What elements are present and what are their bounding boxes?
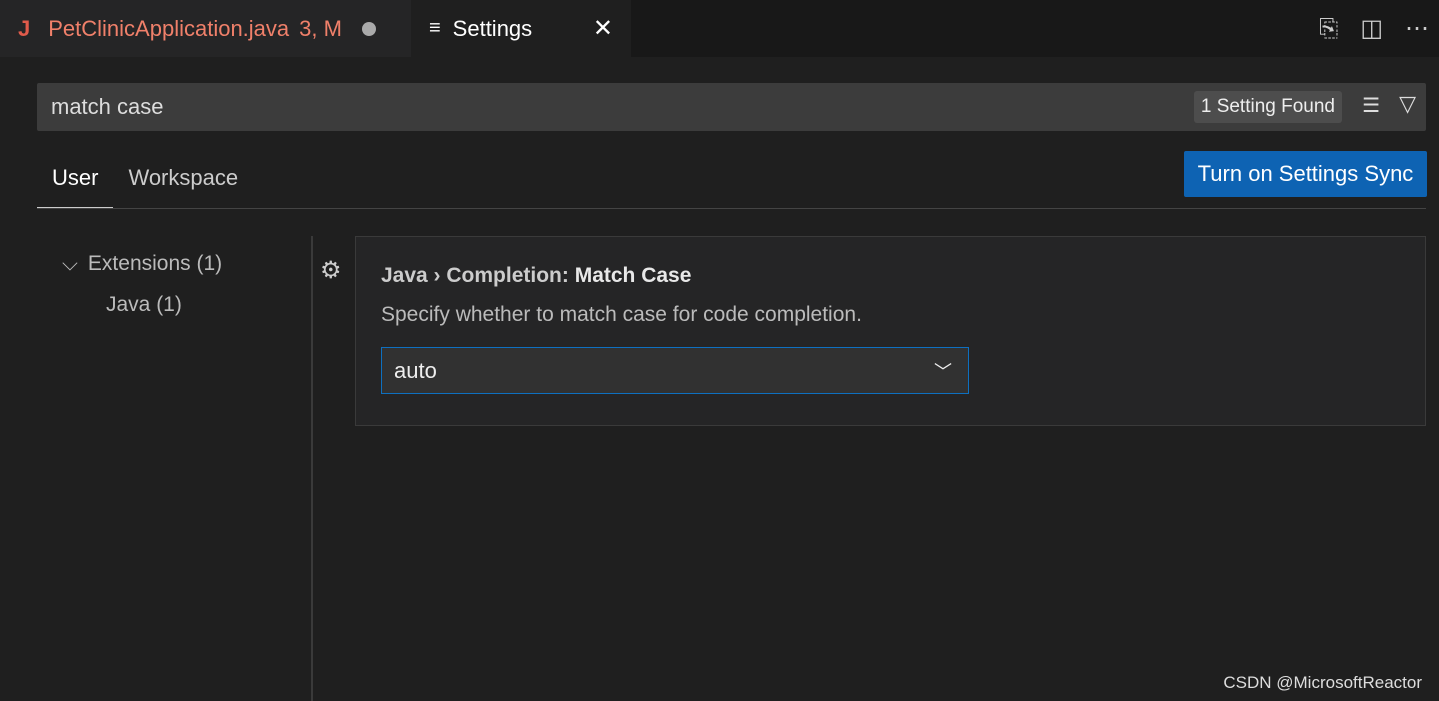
settings-search-input[interactable]: match case 1 Setting Found ☰ ▽ <box>37 83 1426 131</box>
split-editor-icon[interactable]: ◫ <box>1360 14 1383 43</box>
close-icon[interactable]: ✕ <box>593 14 613 43</box>
modified-dot-icon[interactable] <box>361 21 376 36</box>
java-file-icon: J <box>18 15 31 41</box>
setting-description: Specify whether to match case for code c… <box>381 303 862 326</box>
search-value: match case <box>51 94 164 119</box>
results-count-badge: 1 Setting Found <box>1193 91 1342 123</box>
setting-item: Java › Completion: Match Case Specify wh… <box>355 236 1426 426</box>
watermark: CSDN @MicrosoftReactor <box>1223 673 1422 692</box>
open-settings-json-icon[interactable]: ⎘ <box>1319 15 1338 43</box>
more-actions-icon[interactable]: ⋯ <box>1405 14 1429 43</box>
chevron-down-icon: ⌵ <box>62 251 78 275</box>
tab-label: PetClinicApplication.java <box>48 15 290 41</box>
tab-settings[interactable]: ≡ Settings ✕ <box>411 0 631 57</box>
match-case-select[interactable]: auto ﹀ <box>381 347 969 394</box>
select-value: auto <box>394 357 437 383</box>
clear-filter-icon[interactable]: ☰ <box>1362 93 1380 118</box>
filter-icon[interactable]: ▽ <box>1399 91 1416 117</box>
chevron-down-icon: ﹀ <box>934 361 952 382</box>
toc-item-extensions[interactable]: ⌵ Extensions (1) <box>62 243 222 284</box>
tab-petclinic[interactable]: J PetClinicApplication.java 3, M <box>0 0 411 57</box>
toc-item-java[interactable]: Java (1) <box>62 284 222 325</box>
tab-bar: J PetClinicApplication.java 3, M ≡ Setti… <box>0 0 1439 57</box>
gear-icon[interactable]: ⚙ <box>320 256 342 285</box>
settings-list-icon: ≡ <box>429 17 441 39</box>
sash[interactable] <box>311 236 313 701</box>
tab-user[interactable]: User <box>37 150 114 209</box>
divider <box>37 208 1426 209</box>
setting-title: Java › Completion: Match Case <box>381 264 692 287</box>
tab-workspace[interactable]: Workspace <box>113 150 253 209</box>
tab-status: 3, M <box>299 15 342 41</box>
settings-toc: ⌵ Extensions (1) Java (1) <box>62 243 222 325</box>
settings-sync-button[interactable]: Turn on Settings Sync <box>1184 151 1427 197</box>
tab-label: Settings <box>452 15 533 41</box>
